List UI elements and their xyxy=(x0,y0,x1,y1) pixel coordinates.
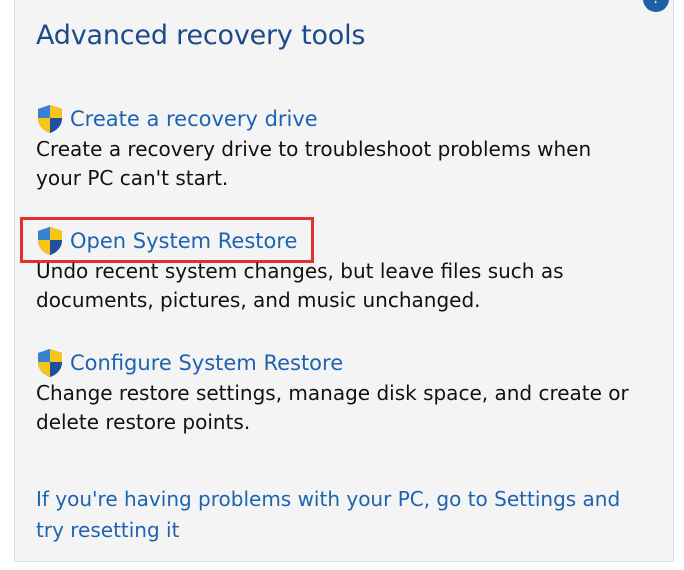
open-system-restore-row[interactable]: Open System Restore xyxy=(36,226,564,256)
open-system-restore-link[interactable]: Open System Restore xyxy=(70,229,297,253)
help-icon[interactable]: ? xyxy=(643,0,669,12)
configure-system-restore-desc-line1: Change restore settings, manage disk spa… xyxy=(36,381,629,405)
recovery-option-create-drive: Create a recovery drive Create a recover… xyxy=(36,104,591,194)
recovery-option-configure-restore: Configure System Restore Change restore … xyxy=(36,348,629,438)
configure-system-restore-row[interactable]: Configure System Restore xyxy=(36,348,629,378)
page-title: Advanced recovery tools xyxy=(36,20,366,51)
reset-pc-link-line2[interactable]: try resetting it xyxy=(36,515,656,546)
create-recovery-drive-desc-line2: your PC can't start. xyxy=(36,166,229,190)
create-recovery-drive-row[interactable]: Create a recovery drive xyxy=(36,104,591,134)
recovery-panel: ? Advanced recovery tools Create a recov… xyxy=(14,0,674,562)
reset-pc-link[interactable]: If you're having problems with your PC, … xyxy=(36,484,656,546)
shield-icon xyxy=(38,349,62,377)
configure-system-restore-link[interactable]: Configure System Restore xyxy=(70,351,343,375)
create-recovery-drive-desc-line1: Create a recovery drive to troubleshoot … xyxy=(36,137,592,161)
reset-pc-link-line1[interactable]: If you're having problems with your PC, … xyxy=(36,484,656,515)
open-system-restore-desc-line1: Undo recent system changes, but leave fi… xyxy=(36,259,564,283)
recovery-option-system-restore: Open System Restore Undo recent system c… xyxy=(36,226,564,316)
create-recovery-drive-link[interactable]: Create a recovery drive xyxy=(70,107,318,131)
configure-system-restore-desc-line2: delete restore points. xyxy=(36,410,251,434)
open-system-restore-desc-line2: documents, pictures, and music unchanged… xyxy=(36,288,481,312)
shield-icon xyxy=(38,227,62,255)
shield-icon xyxy=(38,105,62,133)
